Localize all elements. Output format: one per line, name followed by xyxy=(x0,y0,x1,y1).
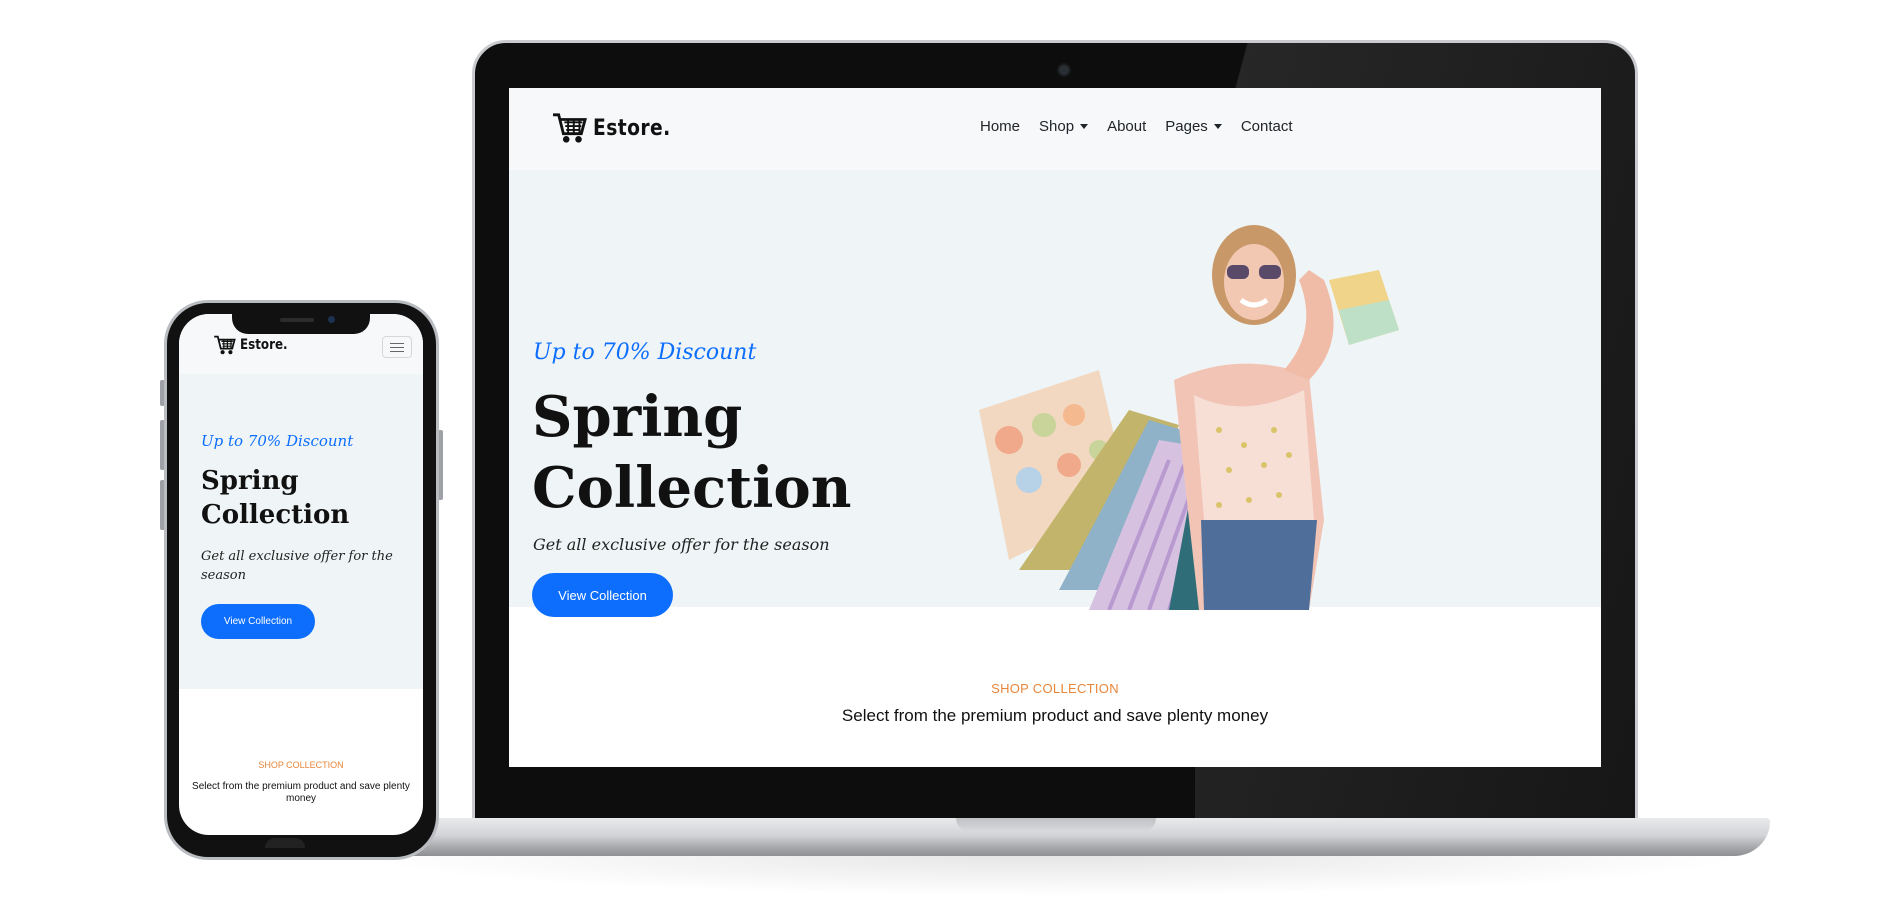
laptop-camera xyxy=(1057,63,1071,77)
phone-screen: Estore. Up to 70% Discount Spring Collec… xyxy=(179,314,423,835)
hamburger-menu-icon[interactable] xyxy=(382,336,412,358)
hero-title: Spring Collection xyxy=(532,382,851,524)
navbar: Estore. Home Shop About Pages Contact xyxy=(509,88,1601,170)
laptop-base xyxy=(338,818,1770,856)
phone-notch xyxy=(232,312,370,334)
logo-text: Estore. xyxy=(593,115,671,141)
shopping-cart-icon xyxy=(214,335,236,355)
phone-home-indicator xyxy=(265,838,305,848)
nav-item-about[interactable]: About xyxy=(1107,118,1146,135)
nav-label: Shop xyxy=(1039,118,1075,135)
brand-logo[interactable]: Estore. xyxy=(551,110,684,146)
nav-label: Contact xyxy=(1240,118,1293,135)
nav-menu: Home Shop About Pages Contact xyxy=(980,118,1312,135)
shop-section-title: Select from the premium product and save… xyxy=(841,706,1269,725)
nav-item-contact[interactable]: Contact xyxy=(1241,118,1293,135)
hero-title-line1: Spring xyxy=(201,466,299,496)
nav-item-pages[interactable]: Pages xyxy=(1165,118,1222,135)
phone-camera xyxy=(328,316,335,323)
caret-down-icon xyxy=(1080,124,1089,129)
shop-section-label: SHOP COLLECTION xyxy=(991,681,1119,696)
nav-item-shop[interactable]: Shop xyxy=(1039,118,1089,135)
hero-subtitle: Get all exclusive offer for the season xyxy=(533,535,830,554)
mobile-hero-title: Spring Collection xyxy=(201,464,349,532)
view-collection-button[interactable]: View Collection xyxy=(532,573,673,617)
mobile-brand-logo[interactable]: Estore. xyxy=(213,334,296,356)
hero-section: Up to 70% Discount Spring Collection Get… xyxy=(509,170,1601,617)
mobile-shop-section-label: SHOP COLLECTION xyxy=(258,760,344,770)
mobile-shop-section-title: Select from the premium product and save… xyxy=(192,781,410,804)
hero-title-line2: Collection xyxy=(201,500,350,530)
nav-label: Pages xyxy=(1165,118,1208,135)
nav-label: Home xyxy=(980,118,1021,135)
mobile-view-collection-button[interactable]: View Collection xyxy=(201,604,315,639)
nav-label: About xyxy=(1107,118,1147,135)
laptop-open-notch xyxy=(956,818,1156,832)
shopping-cart-icon xyxy=(553,113,587,143)
hero-title-line2: Collection xyxy=(532,455,852,521)
nav-item-home[interactable]: Home xyxy=(980,118,1020,135)
laptop-screen: Estore. Home Shop About Pages Contact Up… xyxy=(509,88,1601,767)
laptop-shadow xyxy=(360,856,1750,896)
hero-title-line1: Spring xyxy=(532,384,743,450)
hero-shopping-woman-image xyxy=(979,225,1399,610)
caret-down-icon xyxy=(1213,124,1222,129)
mobile-hero-tagline: Up to 70% Discount xyxy=(201,432,354,450)
hero-tagline: Up to 70% Discount xyxy=(533,340,757,365)
mobile-hero-subtitle: Get all exclusive offer for the season xyxy=(201,549,393,583)
phone-speaker xyxy=(280,318,314,322)
logo-text: Estore. xyxy=(240,337,288,353)
